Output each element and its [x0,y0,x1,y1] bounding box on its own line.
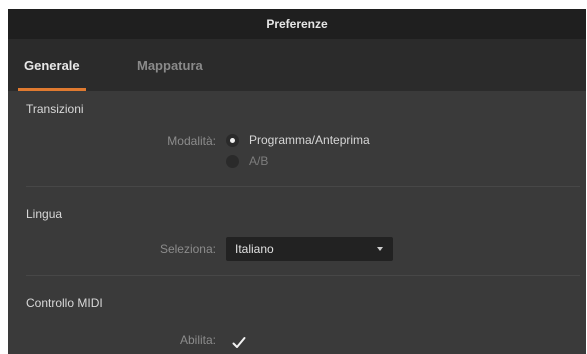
language-select-label: Seleziona: [159,242,216,256]
checkmark-icon [232,337,246,348]
radio-ab-label: A/B [249,154,269,168]
mode-label: Modalità: [167,134,216,148]
tab-mapping-label: Mappatura [137,57,203,73]
transitions-section-title: Transizioni [26,102,84,116]
midi-section-title: Controllo MIDI [26,296,103,310]
language-dropdown-value: Italiano [235,242,274,256]
tab-bar: Generale Mappatura [8,39,586,91]
section-divider [26,275,580,276]
radio-selected-icon [226,133,239,147]
midi-enable-label: Abilita: [179,333,216,347]
section-divider [26,186,580,187]
radio-unselected-icon [226,154,239,168]
radio-program-preview[interactable]: Programma/Anteprima [226,133,370,147]
tab-mapping[interactable]: Mappatura [137,39,203,91]
tab-general-label: Generale [24,57,80,73]
active-tab-indicator [18,88,86,91]
midi-enable-checkbox[interactable] [231,335,247,351]
window-titlebar: Preferenze [8,9,586,39]
language-section-title: Lingua [26,207,63,221]
radio-program-preview-label: Programma/Anteprima [249,133,370,147]
radio-ab[interactable]: A/B [226,154,268,168]
language-dropdown[interactable]: Italiano [226,237,393,261]
chevron-down-icon [377,247,383,251]
tab-general[interactable]: Generale [18,39,86,91]
preferences-window: Preferenze Generale Mappatura Transizion… [8,9,586,354]
window-title: Preferenze [266,17,328,31]
